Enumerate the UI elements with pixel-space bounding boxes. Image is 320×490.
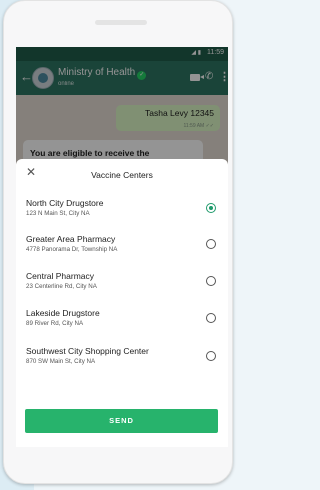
phone-screen: ◢ ▮ 11:59 ← Ministry of Health ✓ online ✆… <box>16 47 228 447</box>
center-address: 89 River Rd, City NA <box>26 320 84 327</box>
center-option[interactable]: Greater Area Pharmacy 4778 Panorama Dr, … <box>16 227 228 263</box>
center-option[interactable]: Southwest City Shopping Center 870 SW Ma… <box>16 339 228 375</box>
radio-button[interactable] <box>206 351 216 361</box>
center-name: North City Drugstore <box>26 198 104 208</box>
radio-button[interactable] <box>206 313 216 323</box>
sheet-title: Vaccine Centers <box>91 170 153 180</box>
phone-speaker <box>95 20 147 25</box>
radio-button[interactable] <box>206 276 216 286</box>
send-button[interactable]: SEND <box>25 409 218 433</box>
center-name: Central Pharmacy <box>26 271 95 281</box>
vaccine-centers-sheet: ✕ Vaccine Centers North City Drugstore 1… <box>16 159 228 447</box>
radio-button[interactable] <box>206 239 216 249</box>
center-address: 870 SW Main St, City NA <box>26 358 96 365</box>
center-name: Southwest City Shopping Center <box>26 346 149 356</box>
radio-button[interactable] <box>206 203 216 213</box>
center-name: Greater Area Pharmacy <box>26 234 116 244</box>
center-address: 123 N Main St, City NA <box>26 210 90 217</box>
center-option[interactable]: Lakeside Drugstore 89 River Rd, City NA <box>16 301 228 337</box>
phone-frame: ◢ ▮ 11:59 ← Ministry of Health ✓ online ✆… <box>3 0 233 484</box>
center-option[interactable]: North City Drugstore 123 N Main St, City… <box>16 191 228 227</box>
center-option[interactable]: Central Pharmacy 23 Centerline Rd, City … <box>16 264 228 300</box>
center-address: 4778 Panorama Dr, Township NA <box>26 246 118 253</box>
center-address: 23 Centerline Rd, City NA <box>26 283 97 290</box>
center-name: Lakeside Drugstore <box>26 308 100 318</box>
